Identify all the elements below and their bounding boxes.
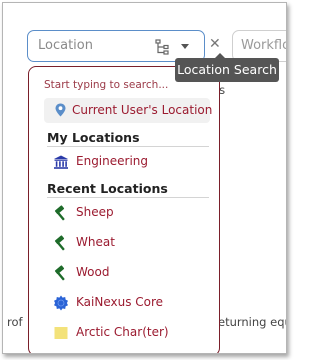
- app-frame: es rof eturning equi Location ✕ Workflo …: [2, 2, 287, 354]
- hammer-icon: [54, 205, 65, 221]
- location-item-engineering[interactable]: Engineering: [53, 152, 213, 172]
- location-item-label: Wood: [76, 265, 110, 279]
- location-item-label: KaiNexus Core: [76, 295, 164, 309]
- section-divider: [47, 146, 209, 147]
- hierarchy-tree-icon[interactable]: [155, 39, 169, 55]
- background-text-fragment: rof: [7, 315, 23, 329]
- background-text-fragment: eturning equi: [218, 315, 286, 329]
- location-item-label: Sheep: [76, 205, 114, 219]
- section-divider: [47, 197, 209, 198]
- location-item-label: Wheat: [76, 235, 115, 249]
- close-icon[interactable]: ✕: [209, 36, 221, 52]
- chevron-down-icon[interactable]: [181, 44, 189, 49]
- workflow-placeholder: Workflo: [241, 38, 287, 53]
- location-item-arctic-charter[interactable]: Arctic Char(ter): [53, 323, 213, 343]
- location-item-sheep[interactable]: Sheep: [53, 203, 213, 223]
- building-icon: [54, 155, 68, 169]
- current-user-location-label: Current User's Location: [72, 103, 213, 117]
- hammer-icon: [54, 235, 65, 251]
- current-user-location-option[interactable]: Current User's Location: [44, 98, 213, 123]
- location-item-kainexus-core[interactable]: KaiNexus Core: [53, 293, 213, 313]
- location-dropdown: Start typing to search... Current User's…: [28, 66, 220, 353]
- recent-locations-heading: Recent Locations: [47, 181, 168, 196]
- location-search-placeholder: Location: [38, 38, 93, 53]
- search-hint: Start typing to search...: [44, 79, 169, 91]
- hammer-icon: [54, 265, 65, 281]
- square-icon: [54, 327, 68, 339]
- location-item-label: Arctic Char(ter): [76, 325, 169, 339]
- badge-icon: [54, 295, 68, 311]
- location-item-wood[interactable]: Wood: [53, 263, 213, 283]
- my-locations-heading: My Locations: [47, 130, 140, 145]
- map-pin-icon: [55, 103, 66, 117]
- location-search-tooltip: Location Search: [175, 53, 279, 82]
- location-item-wheat[interactable]: Wheat: [53, 233, 213, 253]
- location-item-label: Engineering: [76, 154, 148, 168]
